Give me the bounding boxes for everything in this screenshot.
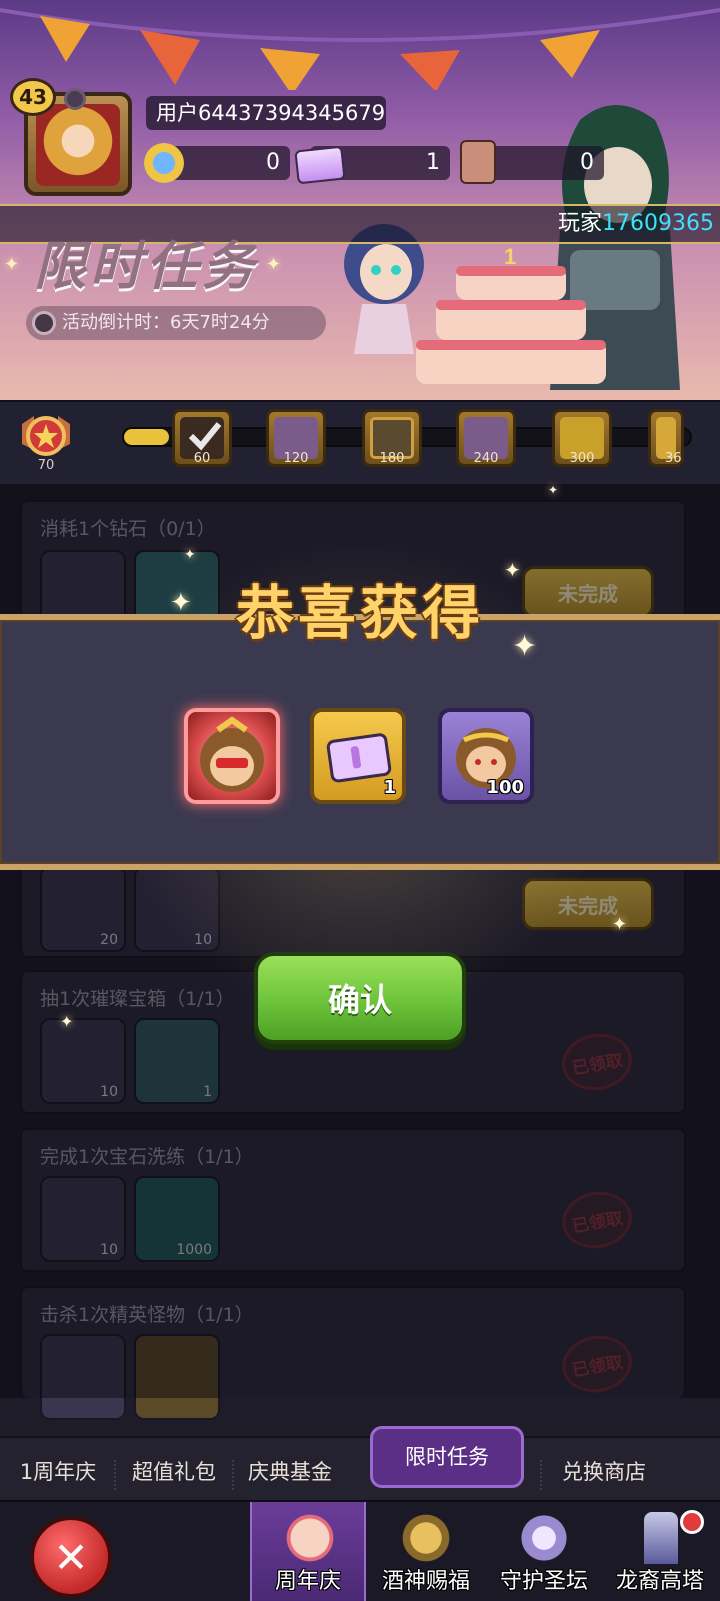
svg-text:1: 1 xyxy=(504,246,516,269)
tab-exchange-shop[interactable]: 兑换商店 xyxy=(552,1452,656,1492)
sparkle-icon: ✦ xyxy=(184,547,196,563)
milestone-300[interactable]: 300 xyxy=(552,409,612,467)
popup-title: 恭喜获得 xyxy=(235,579,484,647)
ticket-count: 1 xyxy=(426,150,440,175)
nav-label: 龙裔高塔 xyxy=(615,1569,704,1594)
confirm-button[interactable]: 确认 xyxy=(254,952,466,1044)
event-banner: 1 43 用户64437394345679 0 1 0 玩家17609365 限… xyxy=(0,0,720,400)
item-qty: 100 xyxy=(486,777,524,798)
tab-divider xyxy=(540,1460,542,1490)
nav-label: 守护圣坛 xyxy=(499,1569,588,1594)
nav-dragon-tower[interactable]: 龙裔高塔 xyxy=(602,1502,718,1601)
bottom-navigation: ✕ 周年庆 酒神赐福 守护圣坛 龙裔高塔 xyxy=(0,1500,720,1601)
event-tab-bar: 1周年庆 超值礼包 庆典基金 限时任务 兑换商店 xyxy=(0,1426,720,1502)
tab-divider xyxy=(114,1460,116,1490)
nav-label: 酒神赐福 xyxy=(381,1569,470,1594)
gem-count: 0 xyxy=(266,150,280,175)
sparkle-icon: ✦ xyxy=(512,629,538,664)
bag-icon xyxy=(460,140,496,184)
milestone-360[interactable]: 360 xyxy=(648,409,684,467)
milestone-60[interactable]: 60 xyxy=(172,409,232,467)
nav-anniversary[interactable]: 周年庆 xyxy=(250,1502,366,1601)
milestone-label: 120 xyxy=(283,451,309,466)
altar-icon xyxy=(516,1512,572,1564)
milestone-120[interactable]: 120 xyxy=(266,409,326,467)
avatar-portrait xyxy=(36,104,120,186)
ticker-prefix: 玩家 xyxy=(558,211,603,236)
countdown-text: 活动倒计时：6天7时24分 xyxy=(62,312,270,333)
sparkle-icon: ✦ xyxy=(504,558,521,582)
tower-icon xyxy=(644,1512,678,1564)
player-level-badge: 43 xyxy=(10,78,56,116)
item-qty: 1 xyxy=(383,777,396,798)
sparkle-icon: ✦ xyxy=(612,914,628,935)
sparkle-icon: ✦ xyxy=(60,1012,74,1031)
current-points: 70 xyxy=(37,458,55,473)
monkey-king-hero-icon[interactable] xyxy=(184,708,280,804)
points-progress-fill xyxy=(124,429,170,445)
milestone-label: 300 xyxy=(569,451,595,466)
clock-icon xyxy=(32,311,56,335)
settings-gear-icon[interactable] xyxy=(64,88,86,110)
milestone-label: 240 xyxy=(473,451,499,466)
close-icon[interactable]: ✕ xyxy=(30,1516,112,1598)
nav-guardian-altar[interactable]: 守护圣坛 xyxy=(486,1502,602,1601)
tab-limited-tasks[interactable]: 限时任务 xyxy=(370,1426,524,1488)
cake-icon xyxy=(282,1512,338,1564)
event-title: 限时任务 xyxy=(34,237,259,297)
gem-icon xyxy=(144,143,184,183)
sparkle-icon: ✦ xyxy=(266,254,282,275)
ticket-icon xyxy=(294,145,346,185)
bag-counter: 0 xyxy=(478,146,604,180)
tab-value-packs[interactable]: 超值礼包 xyxy=(124,1452,224,1492)
tab-celebration-fund[interactable]: 庆典基金 xyxy=(240,1452,340,1492)
milestone-label: 60 xyxy=(193,451,211,466)
wine-god-icon xyxy=(398,1512,454,1564)
bag-count: 0 xyxy=(580,150,594,175)
sparkle-icon: ✦ xyxy=(4,254,20,275)
tab-divider xyxy=(232,1460,234,1490)
monkey-king-portrait xyxy=(200,716,264,792)
notification-dot xyxy=(680,1510,704,1534)
checkmark-icon xyxy=(188,422,222,451)
milestone-240[interactable]: 240 xyxy=(456,409,516,467)
monkey-king-fragment-icon[interactable]: 100 xyxy=(438,708,534,804)
milestone-label: 180 xyxy=(379,451,405,466)
game-screen: { "player": { "level": "43", "username":… xyxy=(0,0,720,1601)
nav-label: 周年庆 xyxy=(274,1569,341,1594)
event-countdown: 活动倒计时：6天7时24分 xyxy=(26,306,326,340)
milestone-180[interactable]: 180 xyxy=(362,409,422,467)
sparkle-icon: ✦ xyxy=(170,588,192,618)
player-username: 用户64437394345679 xyxy=(146,96,386,130)
bunting-decoration xyxy=(0,8,720,90)
purple-ticket-icon[interactable]: 1 xyxy=(310,708,406,804)
milestone-label: 360 xyxy=(665,451,682,466)
tab-anniversary[interactable]: 1周年庆 xyxy=(10,1452,106,1492)
nav-wine-god-blessing[interactable]: 酒神赐福 xyxy=(368,1502,484,1601)
ticker-player-id: 17609365 xyxy=(602,211,714,236)
anniversary-cake-art: 1 xyxy=(416,246,606,384)
sparkle-icon: ✦ xyxy=(548,483,559,497)
medal-icon xyxy=(22,416,70,456)
